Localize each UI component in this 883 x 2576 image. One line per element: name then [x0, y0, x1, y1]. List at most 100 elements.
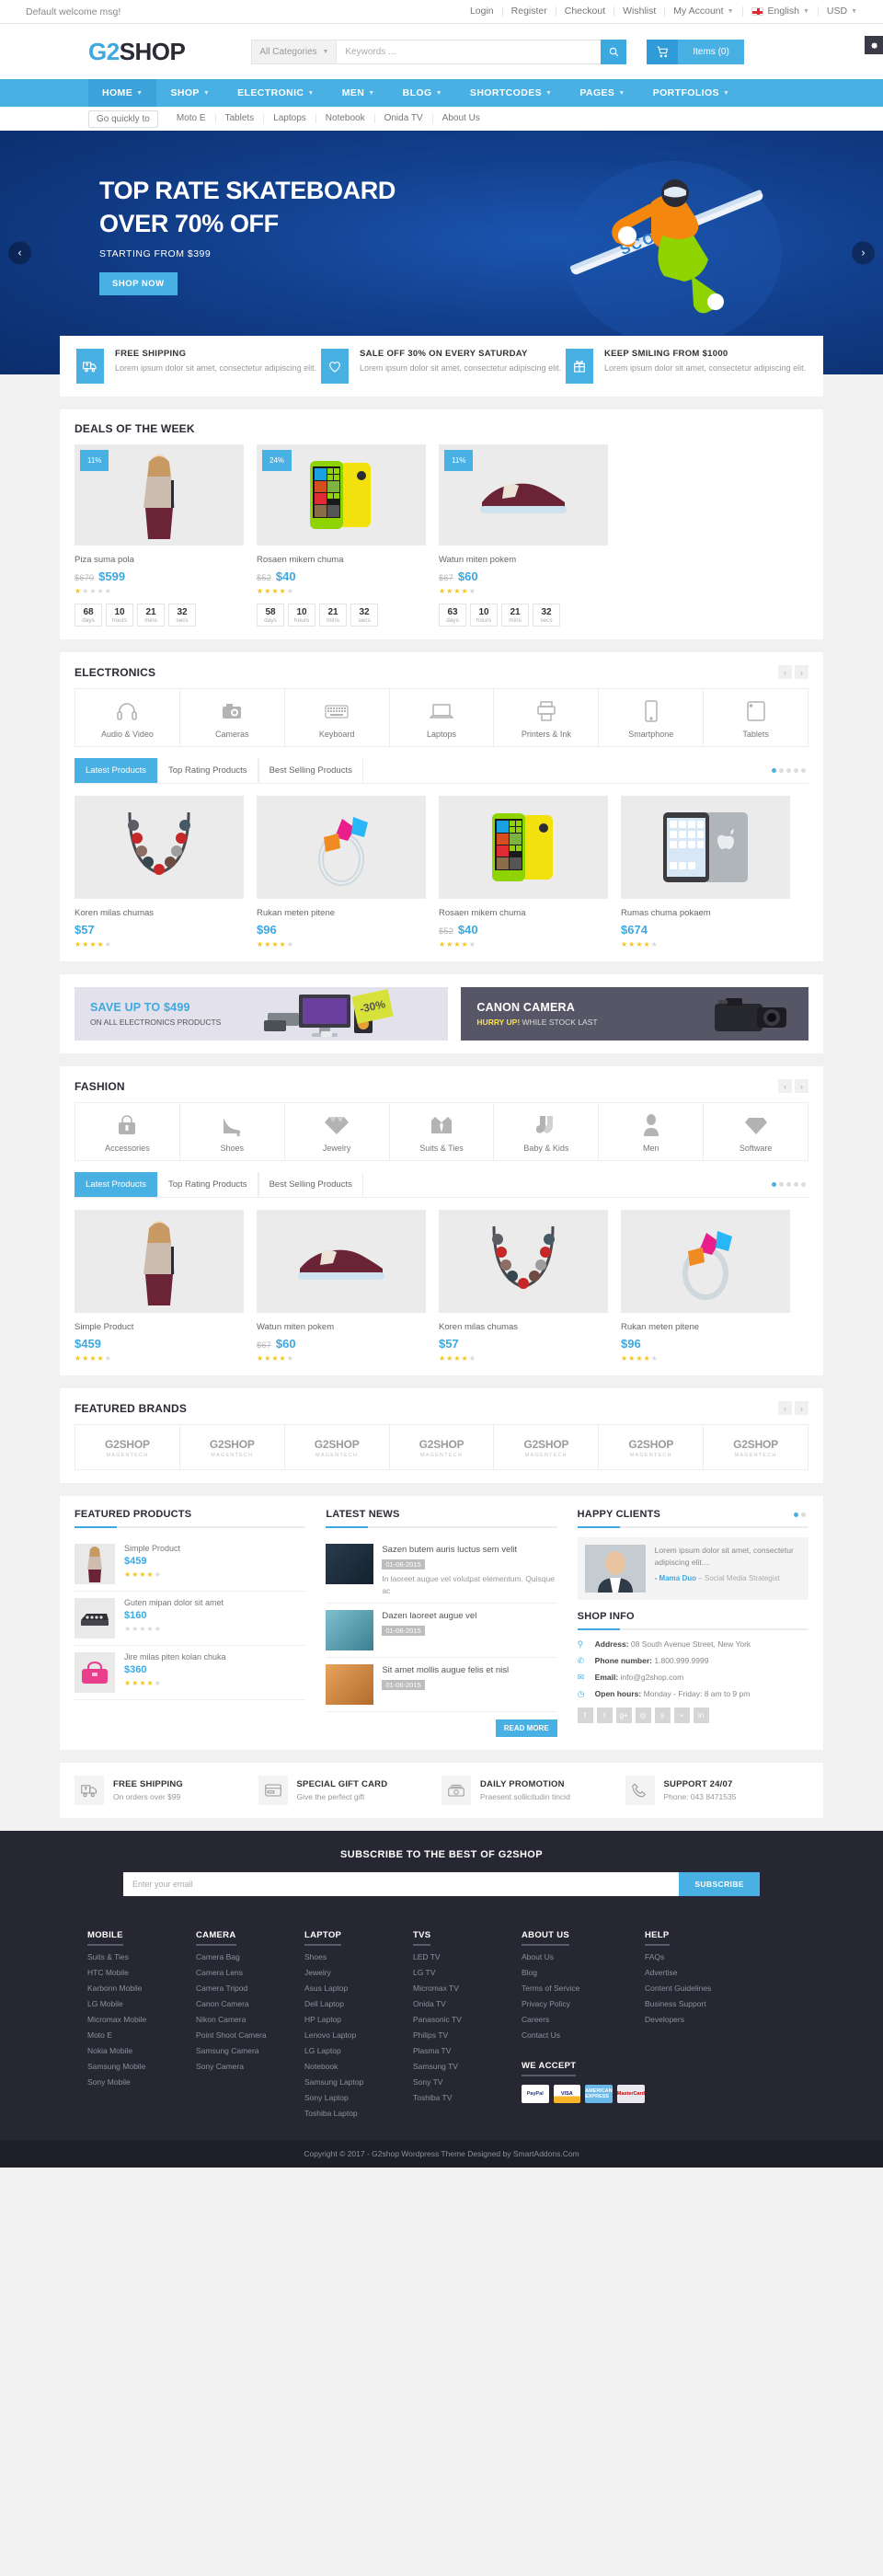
footer-link[interactable]: Asus Laptop: [304, 1984, 413, 1993]
footer-link[interactable]: Advertise: [645, 1968, 753, 1977]
currency-selector[interactable]: USD ▼: [819, 6, 857, 17]
product-thumbnail-device[interactable]: [75, 1598, 115, 1639]
top-link-wishlist[interactable]: Wishlist: [614, 6, 666, 17]
top-link-checkout[interactable]: Checkout: [556, 6, 615, 17]
read-more-button[interactable]: READ MORE: [495, 1719, 557, 1737]
site-logo[interactable]: G2SHOP: [88, 38, 186, 66]
pagination-dot[interactable]: [779, 1182, 784, 1187]
product-card[interactable]: Rosaen mikem chuma $52 $40 ★★★★★: [439, 796, 608, 949]
pagination-dot[interactable]: [800, 1512, 806, 1517]
footer-link[interactable]: Panasonic TV: [413, 2015, 522, 2024]
footer-link[interactable]: Camera Lens: [196, 1968, 304, 1977]
featured-product-item[interactable]: Guten mipan dolor sit amet $160 ★★★★★: [75, 1592, 306, 1646]
featured-product-item[interactable]: Simple Product $459 ★★★★★: [75, 1537, 306, 1592]
footer-link[interactable]: Sony Laptop: [304, 2093, 413, 2102]
category-laptops[interactable]: Laptops: [390, 689, 495, 746]
newsletter-email-input[interactable]: Enter your email: [123, 1871, 680, 1896]
footer-link[interactable]: Jewelry: [304, 1968, 413, 1977]
deal-image[interactable]: 11%: [439, 444, 608, 546]
footer-link[interactable]: Samsung TV: [413, 2062, 522, 2071]
product-card[interactable]: Rukan meten pitene $96 ★★★★★: [621, 1210, 790, 1363]
product-card[interactable]: Rumas chuma pokaem $674 ★★★★★: [621, 796, 790, 949]
fashion-prev-button[interactable]: ‹: [778, 1079, 792, 1093]
tab-latest-products[interactable]: Latest Products: [75, 1172, 158, 1197]
tab-best-selling-products[interactable]: Best Selling Products: [258, 758, 363, 783]
news-item[interactable]: Sit amet mollis augue felis et nisl 01-0…: [326, 1658, 557, 1712]
category-select[interactable]: All Categories ▼: [251, 39, 337, 64]
footer-link[interactable]: Toshiba TV: [413, 2093, 522, 2102]
footer-link[interactable]: Samsung Mobile: [87, 2062, 196, 2071]
brand-logo[interactable]: G2SHOP MAGENTECH: [285, 1425, 390, 1469]
cart-items-label[interactable]: Items (0): [678, 39, 744, 64]
quicknav-link-tablets[interactable]: Tablets: [216, 114, 265, 123]
deal-card[interactable]: 24% Rosaen mikem chuma $52 $40 ★★★★★ 58 …: [257, 444, 426, 627]
footer-link[interactable]: HP Laptop: [304, 2015, 413, 2024]
pagination-dot[interactable]: [793, 1512, 798, 1517]
footer-link[interactable]: Micromax Mobile: [87, 2015, 196, 2024]
footer-link[interactable]: Contact Us: [522, 2030, 645, 2040]
product-image-shoe[interactable]: [257, 1210, 426, 1313]
tab-top-rating-products[interactable]: Top Rating Products: [157, 758, 258, 783]
nav-item-home[interactable]: HOME ▼: [88, 79, 157, 107]
footer-link[interactable]: Privacy Policy: [522, 1999, 645, 2008]
footer-link[interactable]: Content Guidelines: [645, 1984, 753, 1993]
pagination-dot[interactable]: [794, 768, 798, 773]
footer-link[interactable]: Careers: [522, 2015, 645, 2024]
hero-shop-now-button[interactable]: SHOP NOW: [99, 272, 178, 296]
footer-link[interactable]: Sony TV: [413, 2077, 522, 2087]
footer-link[interactable]: Notebook: [304, 2062, 413, 2071]
brand-logo[interactable]: G2SHOP MAGENTECH: [180, 1425, 285, 1469]
quicknav-link-notebook[interactable]: Notebook: [316, 114, 375, 123]
footer-link[interactable]: Dell Laptop: [304, 1999, 413, 2008]
google-plus-icon[interactable]: g+: [615, 1708, 632, 1723]
news-item[interactable]: Sazen butem auris luctus sem velit 01-06…: [326, 1537, 557, 1604]
product-image-model[interactable]: [75, 1210, 244, 1313]
category-smartphone[interactable]: Smartphone: [599, 689, 705, 746]
category-cameras[interactable]: Cameras: [180, 689, 285, 746]
footer-link[interactable]: Samsung Camera: [196, 2046, 304, 2055]
top-link-login[interactable]: Login: [462, 6, 503, 17]
nav-item-pages[interactable]: PAGES ▼: [566, 79, 638, 107]
pagination-dot[interactable]: [801, 768, 806, 773]
tab-top-rating-products[interactable]: Top Rating Products: [157, 1172, 258, 1197]
top-link-my-account[interactable]: My Account ▼: [665, 6, 743, 17]
footer-link[interactable]: Karbonn Mobile: [87, 1984, 196, 1993]
twitter-icon[interactable]: t: [596, 1708, 613, 1723]
quicknav-link-onida-tv[interactable]: Onida TV: [375, 114, 433, 123]
footer-link[interactable]: Developers: [645, 2015, 753, 2024]
product-image-necklace[interactable]: [439, 1210, 608, 1313]
category-jewelry[interactable]: Jewelry: [285, 1103, 390, 1160]
tab-best-selling-products[interactable]: Best Selling Products: [258, 1172, 363, 1197]
hero-prev-button[interactable]: ‹: [8, 241, 31, 264]
brand-logo[interactable]: G2SHOP MAGENTECH: [704, 1425, 808, 1469]
product-image-phone[interactable]: [439, 796, 608, 899]
brands-next-button[interactable]: ›: [795, 1401, 808, 1415]
pinterest-icon[interactable]: ◎: [635, 1708, 651, 1723]
quicknav-link-laptops[interactable]: Laptops: [264, 114, 316, 123]
brand-logo[interactable]: G2SHOP MAGENTECH: [494, 1425, 600, 1469]
footer-link[interactable]: LG Laptop: [304, 2046, 413, 2055]
tab-latest-products[interactable]: Latest Products: [75, 758, 158, 783]
pagination-dot[interactable]: [786, 768, 791, 773]
news-thumbnail[interactable]: [326, 1544, 374, 1584]
product-card[interactable]: Simple Product $459 ★★★★★: [75, 1210, 244, 1363]
deal-image[interactable]: 11%: [75, 444, 244, 546]
newsletter-subscribe-button[interactable]: SUBSCRIBE: [679, 1871, 760, 1896]
top-link-register[interactable]: Register: [503, 6, 556, 17]
pagination-dot[interactable]: [772, 1182, 776, 1187]
language-selector[interactable]: English ▼: [743, 6, 819, 17]
deal-image[interactable]: 24%: [257, 444, 426, 546]
brand-logo[interactable]: G2SHOP MAGENTECH: [599, 1425, 705, 1469]
footer-link[interactable]: Point Shoot Camera: [196, 2030, 304, 2040]
promo-banner-electronics[interactable]: SAVE UP TO $499 ON ALL ELECTRONICS PRODU…: [75, 987, 449, 1041]
featured-product-item[interactable]: Jire milas piten kolan chuka $360 ★★★★★: [75, 1646, 306, 1700]
footer-link[interactable]: LG TV: [413, 1968, 522, 1977]
footer-link[interactable]: Sony Camera: [196, 2062, 304, 2071]
promo-banner-camera[interactable]: CANON CAMERA HURRY UP! WHILE STOCK LAST: [461, 987, 808, 1041]
category-suits-ties[interactable]: Suits & Ties: [390, 1103, 495, 1160]
footer-link[interactable]: Samsung Laptop: [304, 2077, 413, 2087]
deal-card[interactable]: 11% Piza suma pola $670 $599 ★★★★★ 68 days…: [75, 444, 244, 627]
nav-item-men[interactable]: MEN ▼: [328, 79, 389, 107]
category-baby-kids[interactable]: Baby & Kids: [494, 1103, 600, 1160]
deal-card[interactable]: 11% Watun miten pokem $67 $60 ★★★★★ 63 day…: [439, 444, 608, 627]
